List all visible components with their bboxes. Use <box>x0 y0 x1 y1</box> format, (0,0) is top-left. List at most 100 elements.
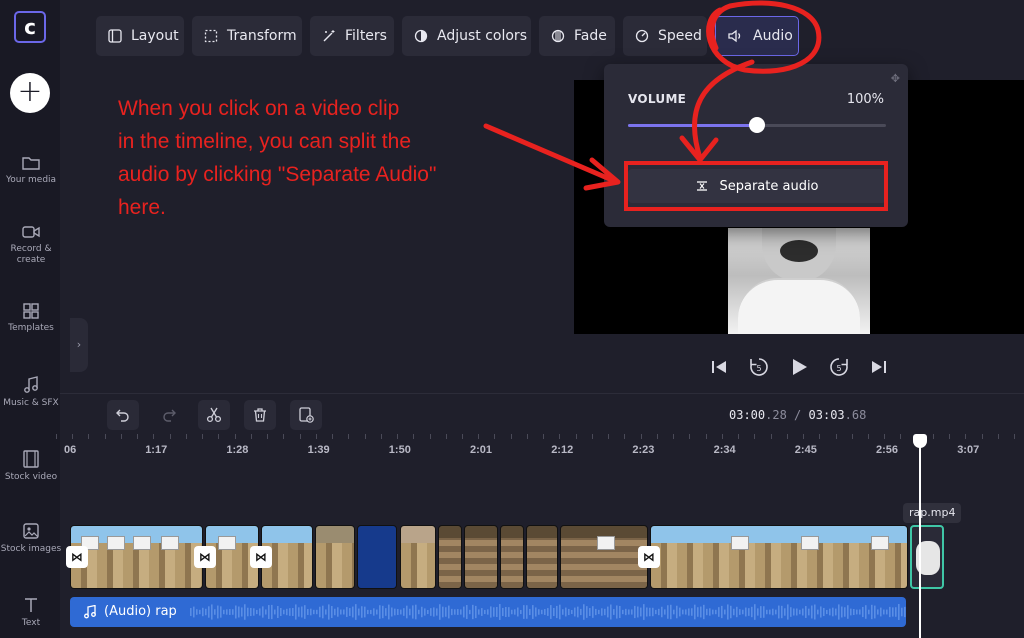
transform-label: Transform <box>227 28 297 44</box>
current-time-fraction: .28 <box>765 408 787 422</box>
skip-to-start-button[interactable] <box>706 354 732 380</box>
ruler-tick <box>932 434 934 439</box>
video-clip[interactable] <box>400 525 436 589</box>
transform-button[interactable]: Transform <box>192 16 302 56</box>
sidebar-item-your-media[interactable]: Your media <box>0 155 62 186</box>
drag-handle-icon[interactable]: ✥ <box>891 72 900 85</box>
transition-icon[interactable]: ⋈ <box>66 546 88 568</box>
sidebar-item-music-sfx[interactable]: Music & SFX <box>0 376 62 409</box>
ruler-tick <box>494 434 496 439</box>
sidebar-item-label: Music & SFX <box>3 398 59 408</box>
ruler-tick <box>202 434 204 439</box>
ruler-tick <box>754 434 756 439</box>
volume-slider-thumb[interactable] <box>749 117 765 133</box>
sidebar-item-stock-images[interactable]: Stock images <box>0 522 62 555</box>
fade-button[interactable]: Fade <box>539 16 615 56</box>
ruler-tick <box>624 434 626 439</box>
undo-button[interactable] <box>107 400 139 430</box>
total-time-fraction: .68 <box>844 408 867 422</box>
video-clip[interactable] <box>526 525 558 589</box>
film-icon <box>23 450 39 468</box>
ruler-tick <box>819 434 821 439</box>
video-clip[interactable] <box>560 525 648 589</box>
rewind-icon: 5 <box>750 358 768 376</box>
ruler-tick <box>608 434 610 439</box>
speed-button[interactable]: Speed <box>623 16 707 56</box>
text-icon <box>25 598 37 612</box>
sidebar-item-record-create[interactable]: Record & create <box>0 224 62 266</box>
transition-icon[interactable]: ⋈ <box>194 546 216 568</box>
video-clip[interactable] <box>500 525 524 589</box>
ruler-tick <box>250 434 252 439</box>
ruler-tick-label: 1:50 <box>388 444 411 456</box>
play-icon <box>793 359 807 375</box>
fade-label: Fade <box>574 28 607 44</box>
separate-audio-icon <box>697 181 708 191</box>
sidebar-item-text[interactable]: Text <box>0 596 62 629</box>
adjust-colors-button[interactable]: Adjust colors <box>402 16 531 56</box>
audio-waveform <box>190 604 906 620</box>
scissors-icon <box>206 407 222 423</box>
ruler-tick <box>1014 434 1016 439</box>
ruler-tick <box>299 434 301 439</box>
ruler-tick <box>88 434 90 439</box>
audio-popover: ✥ VOLUME 100% Separate audio <box>604 64 908 227</box>
add-to-library-button[interactable] <box>290 400 322 430</box>
ruler-tick <box>510 434 512 439</box>
playback-controls: 5 5 <box>706 354 896 380</box>
layout-button[interactable]: Layout <box>96 16 184 56</box>
skip-to-end-button[interactable] <box>866 354 892 380</box>
video-clip[interactable] <box>357 525 397 589</box>
sidebar-item-label: Your media <box>5 175 57 185</box>
split-button[interactable] <box>198 400 230 430</box>
playhead[interactable] <box>919 440 921 638</box>
timeline-ruler[interactable]: 06 1:17 1:28 1:39 1:50 2:01 2:12 2:23 2:34 2:45 2:… <box>56 434 1024 464</box>
video-clip[interactable] <box>70 525 203 589</box>
selected-video-clip[interactable] <box>910 525 944 589</box>
video-clip[interactable] <box>464 525 498 589</box>
left-sidebar: c + Your media Record & create Templates… <box>0 0 62 638</box>
redo-button[interactable] <box>153 400 185 430</box>
delete-button[interactable] <box>244 400 276 430</box>
ruler-tick <box>965 434 967 439</box>
annotation-text: When you click on a video clip in the ti… <box>118 97 437 219</box>
video-clip[interactable] <box>315 525 355 589</box>
time-separator: / <box>794 408 802 422</box>
ruler-tick <box>868 434 869 439</box>
ruler-tick <box>380 434 382 439</box>
ruler-tick <box>851 434 853 439</box>
sidebar-item-templates[interactable]: Templates <box>0 303 62 334</box>
volume-slider[interactable] <box>628 117 886 133</box>
svg-text:5: 5 <box>756 364 761 373</box>
preview-frame <box>728 228 870 334</box>
ruler-tick <box>413 434 415 439</box>
add-media-button[interactable]: + <box>10 73 50 113</box>
audio-button[interactable]: Audio <box>715 16 799 56</box>
transition-icon[interactable]: ⋈ <box>638 546 660 568</box>
video-track: ⋈ ⋈ ⋈ ⋈ <box>66 525 1024 589</box>
transform-icon <box>204 29 218 43</box>
filters-button[interactable]: Filters <box>310 16 394 56</box>
play-button[interactable] <box>786 354 812 380</box>
sidebar-item-label: Text <box>21 618 41 628</box>
rewind-5-button[interactable]: 5 <box>746 354 772 380</box>
ruler-tick <box>640 434 642 439</box>
transition-icon[interactable]: ⋈ <box>250 546 272 568</box>
total-time: 03:03 <box>808 408 845 422</box>
music-icon <box>24 376 38 393</box>
playhead-handle[interactable] <box>913 434 927 448</box>
sidebar-item-stock-video[interactable]: Stock video <box>0 450 62 483</box>
app-logo[interactable]: c <box>13 10 47 44</box>
video-clip[interactable] <box>650 525 908 589</box>
adjust-colors-icon <box>414 29 428 43</box>
audio-icon <box>728 29 741 43</box>
chevron-right-icon: › <box>76 338 82 351</box>
video-clip[interactable] <box>438 525 462 589</box>
ruler-tick <box>981 434 983 439</box>
ruler-tick <box>884 434 886 439</box>
forward-5-button[interactable]: 5 <box>826 354 852 380</box>
audio-track-clip[interactable]: (Audio) rap <box>70 597 906 627</box>
fade-icon <box>551 29 565 43</box>
separate-audio-button[interactable]: Separate audio <box>628 169 886 203</box>
expand-panel-button[interactable]: › <box>70 318 88 372</box>
